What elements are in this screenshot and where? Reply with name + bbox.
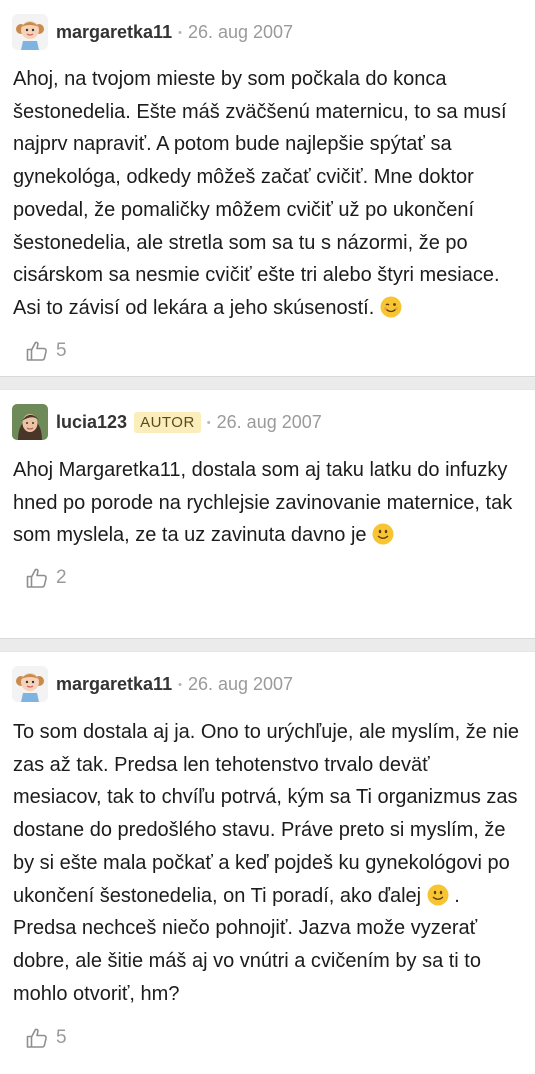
smile-emoji-icon [372, 523, 394, 545]
post-date: 26. aug 2007 [207, 412, 322, 433]
comment-text-content: To som dostala aj ja. Ono to urýchľuje, … [13, 721, 520, 907]
author-badge: AUTOR [134, 411, 201, 433]
comment-text: To som dostala aj ja. Ono to urýchľuje, … [0, 716, 535, 1010]
like-button[interactable]: 2 [0, 556, 535, 600]
thumbs-up-icon [26, 568, 47, 588]
post-date: 26. aug 2007 [178, 674, 293, 695]
avatar-girl-icon[interactable] [12, 666, 48, 702]
comment-text-content: Ahoj, na tvojom mieste by som počkala do… [13, 68, 507, 319]
comment-header: margaretka11 26. aug 2007 [0, 652, 535, 704]
post-date: 26. aug 2007 [178, 22, 293, 43]
post-divider [0, 376, 535, 390]
comment-header: lucia123 AUTOR 26. aug 2007 [0, 390, 535, 442]
avatar-photo-icon[interactable] [12, 404, 48, 440]
like-count: 2 [56, 567, 67, 589]
wink-emoji-icon [380, 296, 402, 318]
username[interactable]: lucia123 [56, 412, 127, 433]
comment-text: Ahoj, na tvojom mieste by som počkala do… [0, 63, 535, 325]
thumbs-up-icon [26, 341, 47, 361]
smile-emoji-icon [427, 884, 449, 906]
username[interactable]: margaretka11 [56, 22, 172, 43]
comment-text: Ahoj Margaretka11, dostala som aj taku l… [0, 454, 535, 552]
comment: margaretka11 26. aug 2007 To som dostala… [0, 652, 535, 1074]
comment: lucia123 AUTOR 26. aug 2007 Ahoj Margare… [0, 390, 535, 638]
username[interactable]: margaretka11 [56, 674, 172, 695]
like-count: 5 [56, 1027, 67, 1049]
like-count: 5 [56, 339, 67, 361]
post-divider [0, 638, 535, 652]
avatar-girl-icon[interactable] [12, 14, 48, 50]
thumbs-up-icon [26, 1028, 47, 1049]
like-button[interactable]: 5 [0, 329, 535, 373]
like-button[interactable]: 5 [0, 1016, 535, 1060]
comment: margaretka11 26. aug 2007 Ahoj, na tvojo… [0, 0, 535, 376]
comment-header: margaretka11 26. aug 2007 [0, 0, 535, 52]
comment-text-content: Ahoj Margaretka11, dostala som aj taku l… [13, 459, 513, 547]
